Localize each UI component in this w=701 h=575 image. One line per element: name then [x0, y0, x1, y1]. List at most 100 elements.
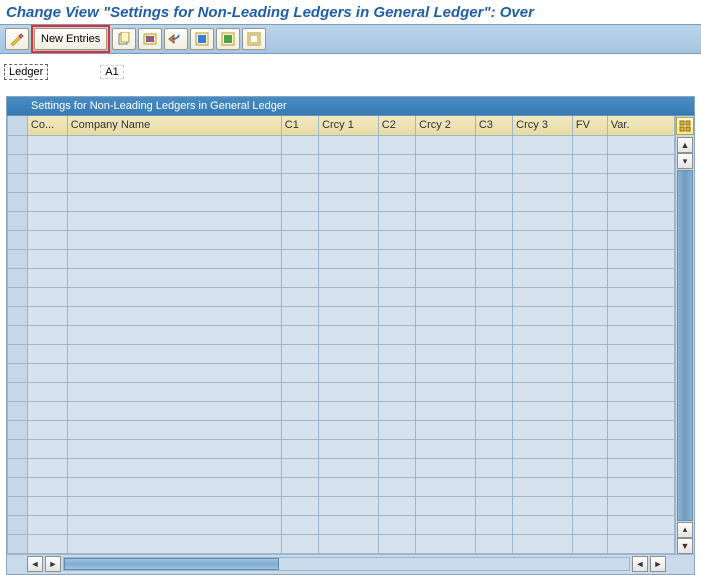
new-entries-button[interactable]: New Entries	[34, 28, 107, 50]
table-cell[interactable]	[281, 268, 318, 287]
table-cell[interactable]	[67, 439, 281, 458]
table-cell[interactable]	[281, 401, 318, 420]
table-cell[interactable]	[513, 325, 573, 344]
scroll-down-button[interactable]: ▼	[677, 538, 693, 554]
table-cell[interactable]	[319, 420, 379, 439]
table-cell[interactable]	[27, 268, 67, 287]
row-selector[interactable]	[8, 439, 28, 458]
table-cell[interactable]	[319, 249, 379, 268]
table-cell[interactable]	[475, 192, 512, 211]
table-cell[interactable]	[27, 496, 67, 515]
table-cell[interactable]	[607, 363, 674, 382]
select-block-button[interactable]	[216, 28, 240, 50]
table-row[interactable]	[8, 420, 675, 439]
table-cell[interactable]	[319, 287, 379, 306]
table-cell[interactable]	[416, 496, 476, 515]
table-cell[interactable]	[607, 477, 674, 496]
table-cell[interactable]	[416, 420, 476, 439]
table-cell[interactable]	[416, 135, 476, 154]
table-cell[interactable]	[67, 154, 281, 173]
table-cell[interactable]	[378, 382, 415, 401]
col-header[interactable]: C1	[281, 116, 318, 135]
table-cell[interactable]	[607, 135, 674, 154]
table-cell[interactable]	[475, 230, 512, 249]
table-cell[interactable]	[572, 515, 607, 534]
col-header[interactable]: Crcy 2	[416, 116, 476, 135]
table-row[interactable]	[8, 401, 675, 420]
table-cell[interactable]	[378, 515, 415, 534]
table-cell[interactable]	[378, 211, 415, 230]
table-cell[interactable]	[67, 287, 281, 306]
table-cell[interactable]	[378, 306, 415, 325]
col-header[interactable]: Company Name	[67, 116, 281, 135]
table-cell[interactable]	[475, 420, 512, 439]
table-cell[interactable]	[27, 192, 67, 211]
table-cell[interactable]	[319, 306, 379, 325]
table-cell[interactable]	[319, 515, 379, 534]
table-cell[interactable]	[27, 154, 67, 173]
table-cell[interactable]	[607, 268, 674, 287]
table-cell[interactable]	[319, 477, 379, 496]
horizontal-scrollbar-track[interactable]	[63, 557, 630, 571]
horizontal-scrollbar-thumb[interactable]	[64, 558, 279, 570]
table-cell[interactable]	[319, 325, 379, 344]
scroll-col-left-button[interactable]: ►	[45, 556, 61, 572]
table-cell[interactable]	[281, 230, 318, 249]
table-cell[interactable]	[319, 534, 379, 553]
table-cell[interactable]	[607, 344, 674, 363]
table-cell[interactable]	[513, 154, 573, 173]
scroll-line-up-button[interactable]: ▾	[677, 153, 693, 169]
table-cell[interactable]	[513, 439, 573, 458]
row-selector[interactable]	[8, 192, 28, 211]
table-cell[interactable]	[281, 382, 318, 401]
table-cell[interactable]	[607, 230, 674, 249]
table-cell[interactable]	[281, 344, 318, 363]
table-cell[interactable]	[513, 135, 573, 154]
table-cell[interactable]	[475, 325, 512, 344]
table-cell[interactable]	[572, 477, 607, 496]
table-cell[interactable]	[27, 363, 67, 382]
table-cell[interactable]	[378, 401, 415, 420]
table-cell[interactable]	[416, 534, 476, 553]
table-cell[interactable]	[513, 496, 573, 515]
table-cell[interactable]	[572, 135, 607, 154]
table-cell[interactable]	[416, 287, 476, 306]
table-cell[interactable]	[378, 363, 415, 382]
table-cell[interactable]	[416, 382, 476, 401]
table-cell[interactable]	[607, 458, 674, 477]
table-cell[interactable]	[378, 477, 415, 496]
table-cell[interactable]	[607, 287, 674, 306]
table-cell[interactable]	[513, 401, 573, 420]
table-cell[interactable]	[281, 420, 318, 439]
table-cell[interactable]	[513, 515, 573, 534]
table-cell[interactable]	[319, 173, 379, 192]
col-header[interactable]: C2	[378, 116, 415, 135]
table-row[interactable]	[8, 325, 675, 344]
row-selector[interactable]	[8, 401, 28, 420]
table-cell[interactable]	[513, 173, 573, 192]
table-cell[interactable]	[513, 458, 573, 477]
table-cell[interactable]	[416, 173, 476, 192]
table-row[interactable]	[8, 211, 675, 230]
table-cell[interactable]	[572, 173, 607, 192]
table-cell[interactable]	[416, 477, 476, 496]
table-cell[interactable]	[67, 230, 281, 249]
table-cell[interactable]	[572, 534, 607, 553]
table-cell[interactable]	[572, 401, 607, 420]
table-cell[interactable]	[607, 173, 674, 192]
table-cell[interactable]	[27, 382, 67, 401]
table-cell[interactable]	[513, 211, 573, 230]
table-cell[interactable]	[475, 287, 512, 306]
table-cell[interactable]	[281, 192, 318, 211]
table-row[interactable]	[8, 496, 675, 515]
scroll-right-button[interactable]: ►	[650, 556, 666, 572]
table-cell[interactable]	[378, 534, 415, 553]
table-cell[interactable]	[27, 287, 67, 306]
col-header[interactable]: Var.	[607, 116, 674, 135]
table-cell[interactable]	[27, 249, 67, 268]
table-cell[interactable]	[513, 477, 573, 496]
table-cell[interactable]	[572, 154, 607, 173]
row-selector[interactable]	[8, 287, 28, 306]
row-selector[interactable]	[8, 496, 28, 515]
table-cell[interactable]	[281, 154, 318, 173]
